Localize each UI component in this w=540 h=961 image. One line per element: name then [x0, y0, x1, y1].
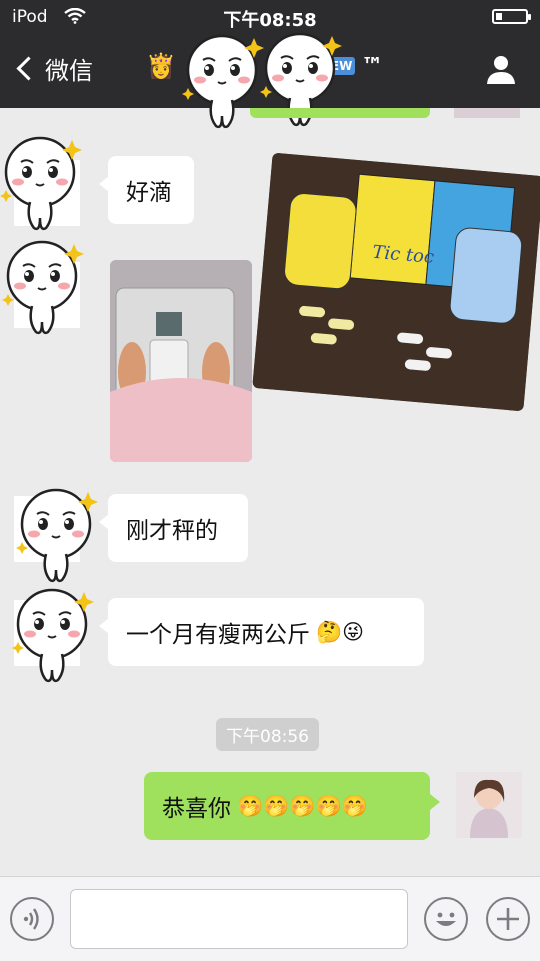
voice-icon	[23, 908, 39, 930]
message-bubble[interactable]: 一个月有瘦两公斤 🤔😜	[99, 598, 424, 666]
message-input-wrapper	[70, 889, 408, 949]
chat-area[interactable]: 好滴 Tic toc 刚才秤的 一个月有瘦两公斤 🤔😜 下午08:56 恭喜你 …	[0, 108, 540, 876]
back-label: 微信	[45, 56, 93, 85]
message-bubble[interactable]: 恭喜你 🤭🤭🤭🤭🤭	[144, 772, 440, 840]
product-photo-image: Tic toc	[252, 152, 540, 412]
message-bubble[interactable]: 好滴	[99, 156, 194, 224]
own-avatar-photo	[456, 772, 522, 838]
message-text: 一个月有瘦两公斤	[126, 622, 310, 648]
sender-avatar[interactable]	[2, 240, 84, 335]
sticker-face-icon	[16, 488, 98, 583]
sticker-face-icon	[0, 136, 82, 231]
message-text: 好滴	[126, 180, 172, 206]
product-photo[interactable]: Tic toc	[252, 152, 540, 412]
input-bar	[0, 876, 540, 961]
previous-avatar	[454, 108, 520, 118]
more-button[interactable]	[486, 897, 530, 941]
message-text: 刚才秤的	[126, 518, 218, 544]
sticker-face-icon	[12, 588, 94, 683]
battery-icon	[492, 9, 531, 24]
chevron-left-icon	[16, 55, 41, 81]
message-text: 恭喜你	[162, 796, 231, 822]
message-emojis: 🤔😜	[316, 619, 365, 644]
sender-avatar[interactable]	[12, 588, 94, 683]
scale-photo-image	[110, 260, 252, 462]
plus-icon	[497, 908, 519, 930]
title-suffix: ™	[361, 53, 384, 79]
top-bar: iPod 下午08:58 微信 👸 NEW ™	[0, 0, 540, 129]
sticker-face-icon	[2, 240, 84, 335]
timestamp-chip: 下午08:56	[216, 718, 319, 751]
emoji-button[interactable]	[424, 897, 468, 941]
smiley-icon	[436, 912, 456, 926]
person-icon[interactable]	[484, 52, 518, 86]
sender-avatar[interactable]	[0, 136, 82, 231]
sender-avatar[interactable]	[14, 488, 98, 583]
scale-photo[interactable]	[110, 260, 252, 462]
message-emojis: 🤭🤭🤭🤭🤭	[237, 793, 368, 818]
previous-message-bubble	[250, 108, 430, 118]
back-button[interactable]: 微信	[14, 48, 93, 88]
princess-emoji: 👸	[146, 52, 176, 80]
voice-button[interactable]	[10, 897, 54, 941]
own-avatar[interactable]	[456, 772, 522, 838]
message-input[interactable]	[71, 890, 407, 948]
battery-level	[496, 13, 502, 20]
message-bubble[interactable]: 刚才秤的	[99, 494, 248, 562]
